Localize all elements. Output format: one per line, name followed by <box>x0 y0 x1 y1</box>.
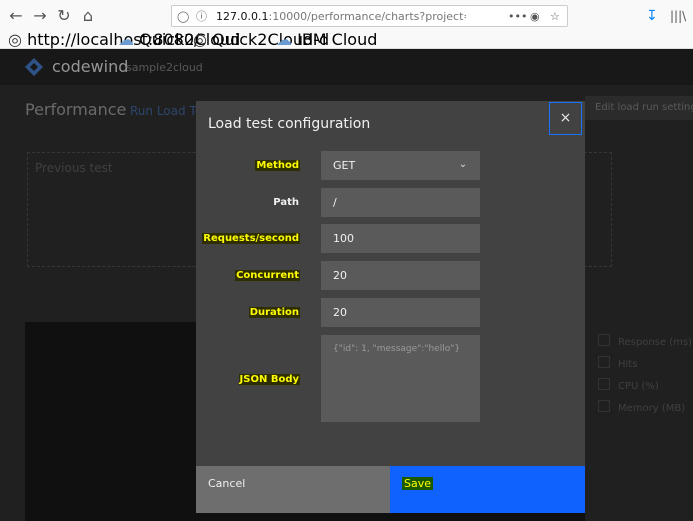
method-label: Method <box>255 160 300 171</box>
forward-icon[interactable]: → <box>30 6 50 26</box>
reload-icon[interactable]: ↻ <box>54 6 74 26</box>
pocket-icon[interactable]: ◉ <box>530 6 540 28</box>
json-body-label: JSON Body <box>238 374 300 385</box>
chevron-down-icon: ⌄ <box>458 159 468 170</box>
more-icon[interactable]: ••• <box>508 6 527 28</box>
save-button[interactable]: Save <box>390 466 585 513</box>
cloud-icon: ☁ <box>118 30 134 49</box>
bookmark-ibm-cloud[interactable]: ☁ IBM Cloud <box>276 30 377 49</box>
back-icon[interactable]: ← <box>6 6 26 26</box>
requests-per-second-input[interactable]: 100 <box>321 224 480 253</box>
home-icon[interactable]: ⌂ <box>78 6 98 26</box>
shield-icon: ◯ <box>177 10 190 23</box>
globe-icon: ◎ <box>8 30 22 49</box>
duration-input[interactable]: 20 <box>321 298 480 327</box>
json-body-textarea[interactable]: {"id": 1, "message":"hello"} <box>321 335 480 422</box>
concurrent-input[interactable]: 20 <box>321 261 480 290</box>
globe-icon: ◎ <box>193 30 207 49</box>
url-bar[interactable]: ◯ ⓘ 127.0.0.1:10000/performance/charts?p… <box>171 5 568 27</box>
path-label: Path <box>273 197 299 208</box>
modal-title: Load test configuration <box>208 116 371 132</box>
download-icon[interactable]: ↧ <box>646 6 660 26</box>
url-text: 127.0.0.1:10000/performance/charts?proje… <box>216 10 466 23</box>
save-label: Save <box>402 477 434 490</box>
close-icon[interactable]: × <box>549 102 582 135</box>
star-icon[interactable]: ☆ <box>550 6 560 28</box>
cloud-icon: ☁ <box>276 30 292 49</box>
cancel-button[interactable]: Cancel <box>196 466 390 513</box>
info-icon: ⓘ <box>196 10 207 23</box>
library-icon[interactable]: |||\ <box>670 6 690 26</box>
path-input[interactable]: / <box>321 188 480 217</box>
duration-label: Duration <box>248 307 300 318</box>
requests-per-second-label: Requests/second <box>202 233 300 244</box>
concurrent-label: Concurrent <box>235 270 300 281</box>
